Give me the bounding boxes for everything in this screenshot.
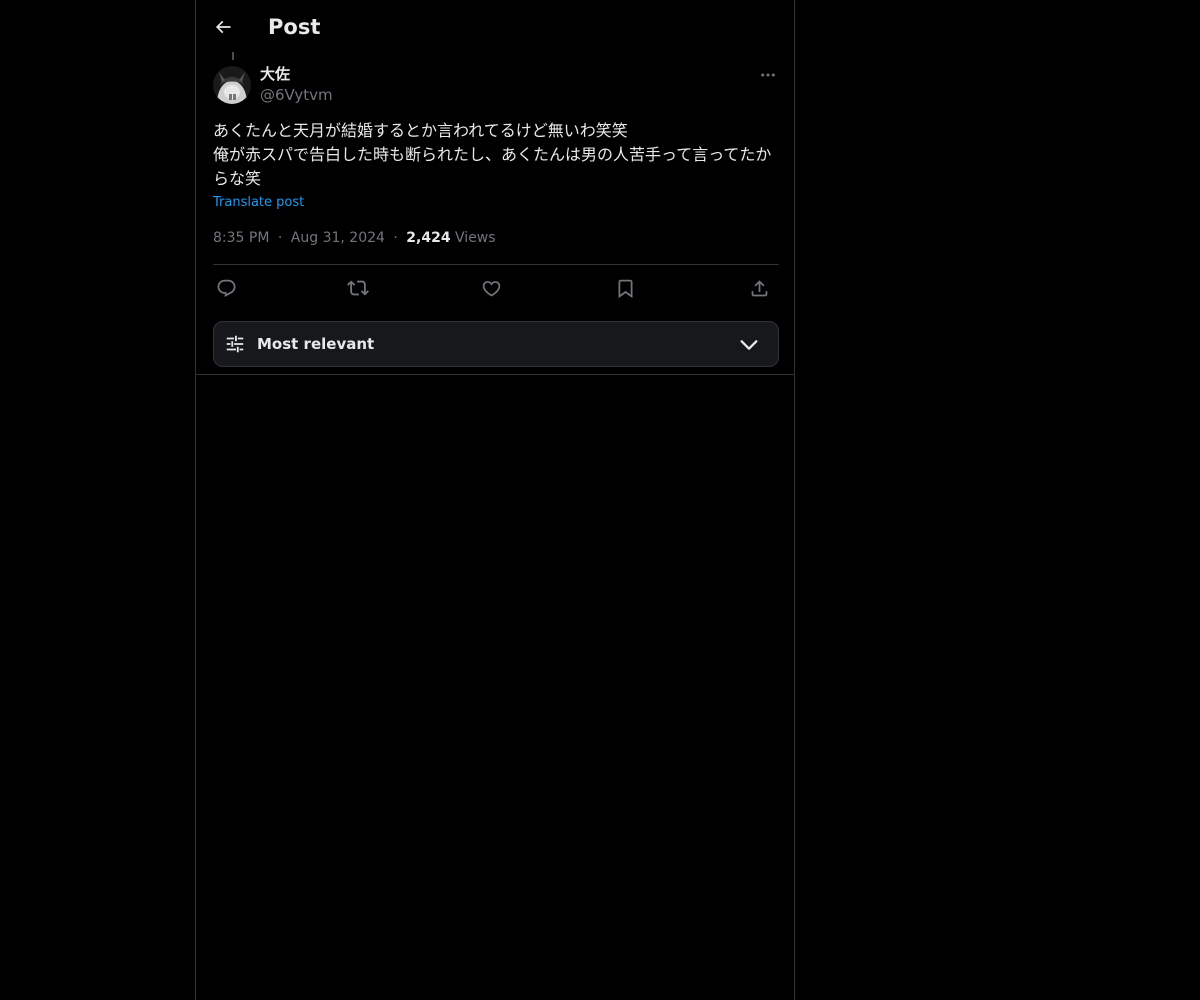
reply-icon — [217, 279, 235, 297]
sort-label: Most relevant — [257, 335, 375, 353]
views-label: Views — [455, 230, 496, 246]
post-text: あくたんと天月が結婚するとか言われてるけど無いわ笑笑 俺が赤スパで告白した時も断… — [213, 121, 772, 188]
sliders-icon — [226, 335, 244, 353]
repost-icon — [347, 280, 369, 296]
post-metadata: 8:35 PM · Aug 31, 2024 · 2,424 Views — [213, 228, 496, 248]
back-button[interactable] — [210, 14, 236, 40]
reply-sort-dropdown[interactable]: Most relevant — [213, 321, 779, 367]
like-button[interactable] — [478, 275, 504, 301]
heart-icon — [482, 280, 500, 297]
chevron-down-icon — [740, 340, 758, 350]
thread-connector-line — [232, 52, 234, 60]
repost-button[interactable] — [345, 275, 371, 301]
bookmark-icon — [618, 279, 632, 298]
post-header: Post — [196, 0, 794, 53]
arrow-left-icon — [215, 20, 231, 34]
share-button[interactable] — [746, 275, 772, 301]
post-date[interactable]: Aug 31, 2024 — [291, 230, 385, 246]
more-options-button[interactable] — [756, 65, 780, 85]
views-count: 2,424 — [406, 230, 451, 246]
author-name[interactable]: 大佐 — [260, 64, 290, 84]
page-title: Post — [268, 15, 321, 39]
post-action-bar — [213, 275, 779, 301]
author-handle[interactable]: @6Vytvm — [260, 85, 333, 105]
ellipsis-icon — [761, 73, 775, 77]
divider — [213, 264, 779, 265]
meta-separator: · — [277, 230, 283, 246]
reply-button[interactable] — [213, 275, 239, 301]
post-detail-column: Post 大佐 @6Vytvm あくたんと天月が結婚するとか言われてるけど無いわ… — [195, 0, 795, 1000]
avatar[interactable] — [213, 66, 251, 104]
meta-separator: · — [393, 230, 398, 246]
translate-post-link[interactable]: Translate post — [213, 193, 304, 213]
post-time[interactable]: 8:35 PM — [213, 230, 269, 246]
share-icon — [751, 279, 767, 296]
bookmark-button[interactable] — [612, 275, 638, 301]
divider — [196, 374, 794, 375]
